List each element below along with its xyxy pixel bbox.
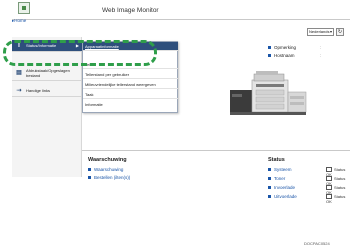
menu-item-eco-counter[interactable]: Milieuvriendelijke tellerstand weergeven <box>83 80 178 89</box>
status-submenu: Apparaatinformatie Teller Tellerstand pe… <box>82 41 178 113</box>
bullet-icon <box>268 46 271 50</box>
warning-link[interactable]: Waarschuwing <box>88 167 123 172</box>
sidebar-item-label: Afdrukstaak/Opgeslagen bestand <box>26 68 70 78</box>
figure-code: DOCPAC0524 <box>304 241 330 246</box>
warning-link-label[interactable]: Waarschuwing <box>94 167 123 172</box>
status-label[interactable]: Systeem <box>274 167 292 172</box>
header-bar: Web Image Monitor <box>12 2 350 20</box>
warning-title: Waarschuwing <box>88 157 127 163</box>
menu-item-counter-per-user[interactable]: Tellerstand per gebruiker <box>83 70 178 79</box>
link-icon: ⇢ <box>16 88 22 94</box>
language-select-value: Nederlands <box>309 29 330 34</box>
app-title: Web Image Monitor <box>102 7 159 14</box>
status-title: Status <box>268 157 285 163</box>
status-value-output-tray: Status OK <box>326 194 350 204</box>
scanner-unit <box>253 73 285 82</box>
bullet-icon <box>268 54 271 58</box>
info-label: Opmerking <box>274 45 297 50</box>
status-label[interactable]: Invoerlade <box>274 185 295 190</box>
status-label[interactable]: Toner <box>274 176 285 181</box>
status-label[interactable]: Uitvoerlade <box>274 194 297 199</box>
sidebar-item-label: Status/Informatie <box>26 43 57 48</box>
language-select[interactable]: Nederlands ▾ <box>307 28 334 36</box>
bullet-icon <box>268 186 271 190</box>
status-row-input-tray[interactable]: Invoerlade <box>268 185 295 190</box>
bullet-icon <box>268 168 271 172</box>
home-link-label[interactable]: Home <box>14 18 26 23</box>
logo-icon <box>18 2 30 14</box>
bullet-icon <box>268 195 271 199</box>
status-row-toner[interactable]: Toner <box>268 176 285 181</box>
printer-illustration <box>230 71 307 115</box>
status-row-system[interactable]: Systeem <box>268 167 292 172</box>
status-panel: Waarschuwing Waarschuwing Bestellen (ilt… <box>82 150 350 218</box>
status-row-output-tray[interactable]: Uitvoerlade <box>268 194 297 199</box>
sidebar-item-print-job-stored-file[interactable]: ▤ Afdrukstaak/Opgeslagen bestand <box>12 67 82 81</box>
chevron-right-icon: ▶ <box>75 43 79 48</box>
refresh-icon: ↻ <box>337 29 343 35</box>
sidebar-item-status-information[interactable]: i Status/Informatie ▶ <box>12 40 82 52</box>
bullet-icon <box>88 176 91 180</box>
sidebar: i Status/Informatie ▶ ▤ Afdrukstaak/Opge… <box>12 37 82 177</box>
document-icon: ▤ <box>16 70 22 76</box>
order-link-label[interactable]: Bestellen (ilten(s)) <box>94 175 130 180</box>
info-value: : <box>320 53 322 58</box>
menu-item-counter[interactable]: Teller <box>83 60 178 69</box>
order-link[interactable]: Bestellen (ilten(s)) <box>88 175 130 180</box>
refresh-button[interactable]: ↻ <box>336 28 344 36</box>
menu-item-information[interactable]: Informatie <box>83 100 178 109</box>
info-row-remark: Opmerking : <box>268 44 321 52</box>
bullet-icon <box>268 177 271 181</box>
bullet-icon <box>88 168 91 172</box>
info-value: : <box>320 45 322 50</box>
home-link[interactable]: ▸Home <box>12 18 26 24</box>
device-info-list: Opmerking : Hostnaam : <box>268 44 321 60</box>
finisher-unit <box>230 90 252 112</box>
sidebar-item-label: Handige links <box>26 88 51 93</box>
info-icon: i <box>18 42 20 49</box>
sidebar-item-useful-links[interactable]: ⇢ Handige links <box>12 85 82 97</box>
chevron-down-icon: ▾ <box>329 29 332 34</box>
menu-item-job[interactable]: Taak <box>83 90 178 99</box>
menu-item-device-info[interactable]: Apparaatinformatie <box>83 42 178 51</box>
info-label: Hostnaam <box>274 53 295 58</box>
info-row-hostname: Hostnaam : <box>268 52 321 60</box>
